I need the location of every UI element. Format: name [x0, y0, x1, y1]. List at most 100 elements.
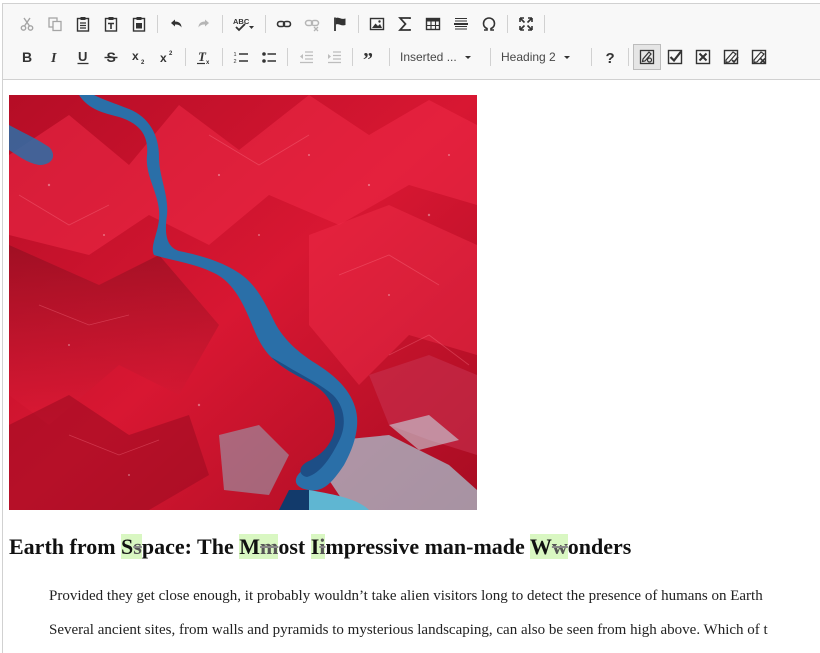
undo-button[interactable]: [162, 11, 190, 37]
tracked-insertion: W: [529, 534, 552, 559]
chevron-down-icon: [464, 55, 471, 59]
svg-text:B: B: [22, 49, 32, 65]
image-icon: [369, 17, 385, 31]
reject-all-button[interactable]: [745, 44, 773, 70]
chevron-down-icon: [563, 55, 570, 59]
article-heading[interactable]: Earth from Sspace: The Mmost Iimpressive…: [9, 534, 631, 560]
svg-text:x: x: [160, 51, 167, 65]
toolbar-separator: [358, 15, 359, 33]
svg-text:x: x: [132, 49, 139, 63]
omega-icon: [482, 17, 496, 31]
track-changes-icon: [639, 49, 655, 65]
heading-text: mpressive man-made: [325, 534, 530, 559]
toolbar-separator: [507, 15, 508, 33]
numbered-list-button[interactable]: 12: [227, 44, 255, 70]
bold-button[interactable]: B: [13, 44, 41, 70]
svg-text:2: 2: [169, 51, 173, 57]
remove-format-button[interactable]: Tx: [190, 44, 218, 70]
outdent-icon: [300, 51, 313, 64]
maximize-button[interactable]: [512, 11, 540, 37]
table-button[interactable]: [419, 11, 447, 37]
unlink-icon: [304, 19, 320, 32]
toolbar-separator: [222, 15, 223, 33]
heading-text: Earth from: [9, 534, 122, 559]
styles-combo-label: Inserted ...: [400, 50, 457, 64]
paste-word-button[interactable]: [125, 11, 153, 37]
track-changes-toggle-button[interactable]: [633, 44, 661, 70]
toolbar-row-2: B I U S x2 x2 Tx 12: [13, 44, 773, 70]
maximize-icon: [519, 17, 533, 31]
numbered-list-icon: 12: [234, 52, 248, 65]
subscript-icon: x2: [132, 49, 145, 65]
toolbar-separator: [265, 15, 266, 33]
horizontal-rule-button[interactable]: [447, 11, 475, 37]
styles-combo[interactable]: Inserted ...: [394, 44, 486, 70]
special-char-button[interactable]: [475, 11, 503, 37]
toolbar-separator: [222, 48, 223, 66]
spellcheck-button[interactable]: ABC: [227, 11, 261, 37]
heading-text: onders: [567, 534, 632, 559]
copy-button[interactable]: [41, 11, 69, 37]
remove-format-icon: Tx: [197, 49, 210, 65]
accept-all-icon: [723, 49, 739, 65]
svg-text:2: 2: [141, 60, 145, 65]
underline-icon: U: [77, 49, 89, 65]
superscript-button[interactable]: x2: [153, 44, 181, 70]
redo-button[interactable]: [190, 11, 218, 37]
toolbar-separator: [352, 48, 353, 66]
unlink-button[interactable]: [298, 11, 326, 37]
table-icon: [425, 17, 441, 31]
toolbar-separator: [628, 48, 629, 66]
accept-change-button[interactable]: [661, 44, 689, 70]
accept-all-button[interactable]: [717, 44, 745, 70]
toolbar-separator: [544, 15, 545, 33]
copy-icon: [48, 17, 62, 32]
tracked-deletion: s: [133, 534, 142, 559]
tracked-deletion: m: [259, 534, 279, 559]
toolbar-row-1: ABC: [13, 11, 549, 37]
anchor-button[interactable]: [326, 11, 354, 37]
horizontal-rule-icon: [454, 18, 468, 30]
underline-button[interactable]: U: [69, 44, 97, 70]
strikethrough-icon: S: [104, 49, 118, 65]
heading-text: ost: [278, 534, 311, 559]
image-button[interactable]: [363, 11, 391, 37]
math-button[interactable]: [391, 11, 419, 37]
editor-toolbar: ABC B I U x 2 x 2 T x 1 2 ” Inserted ...…: [3, 4, 820, 80]
reject-change-button[interactable]: [689, 44, 717, 70]
toolbar-separator: [591, 48, 592, 66]
indent-button[interactable]: [320, 44, 348, 70]
satellite-image: [9, 95, 477, 510]
reject-all-icon: [751, 49, 767, 65]
accept-icon: [667, 49, 683, 65]
toolbar-separator: [157, 15, 158, 33]
indent-icon: [328, 51, 341, 64]
toolbar-separator: [490, 48, 491, 66]
toolbar-separator: [185, 48, 186, 66]
tracked-deletion: w: [551, 534, 568, 559]
subscript-button[interactable]: x2: [125, 44, 153, 70]
italic-button[interactable]: I: [41, 44, 69, 70]
blockquote-button[interactable]: ”: [357, 44, 385, 70]
heading-text: pace: The: [141, 534, 240, 559]
format-combo[interactable]: Heading 2: [495, 44, 587, 70]
bulleted-list-button[interactable]: [255, 44, 283, 70]
link-button[interactable]: [270, 11, 298, 37]
strikethrough-button[interactable]: S: [97, 44, 125, 70]
cut-button[interactable]: [13, 11, 41, 37]
paste-button[interactable]: [69, 11, 97, 37]
svg-text:2: 2: [234, 59, 237, 65]
bold-icon: B: [22, 49, 32, 65]
help-button[interactable]: ?: [596, 44, 624, 70]
paste-word-icon: [132, 17, 146, 32]
outdent-button[interactable]: [292, 44, 320, 70]
italic-icon: I: [50, 51, 57, 65]
article-paragraph-2[interactable]: Several ancient sites, from walls and py…: [49, 622, 768, 639]
svg-text:U: U: [78, 49, 87, 64]
article-paragraph-1[interactable]: Provided they get close enough, it proba…: [49, 588, 763, 605]
paste-text-icon: [104, 17, 118, 32]
svg-text:x: x: [206, 60, 210, 65]
redo-icon: [198, 19, 209, 28]
paste-text-button[interactable]: [97, 11, 125, 37]
superscript-icon: x2: [160, 51, 173, 65]
